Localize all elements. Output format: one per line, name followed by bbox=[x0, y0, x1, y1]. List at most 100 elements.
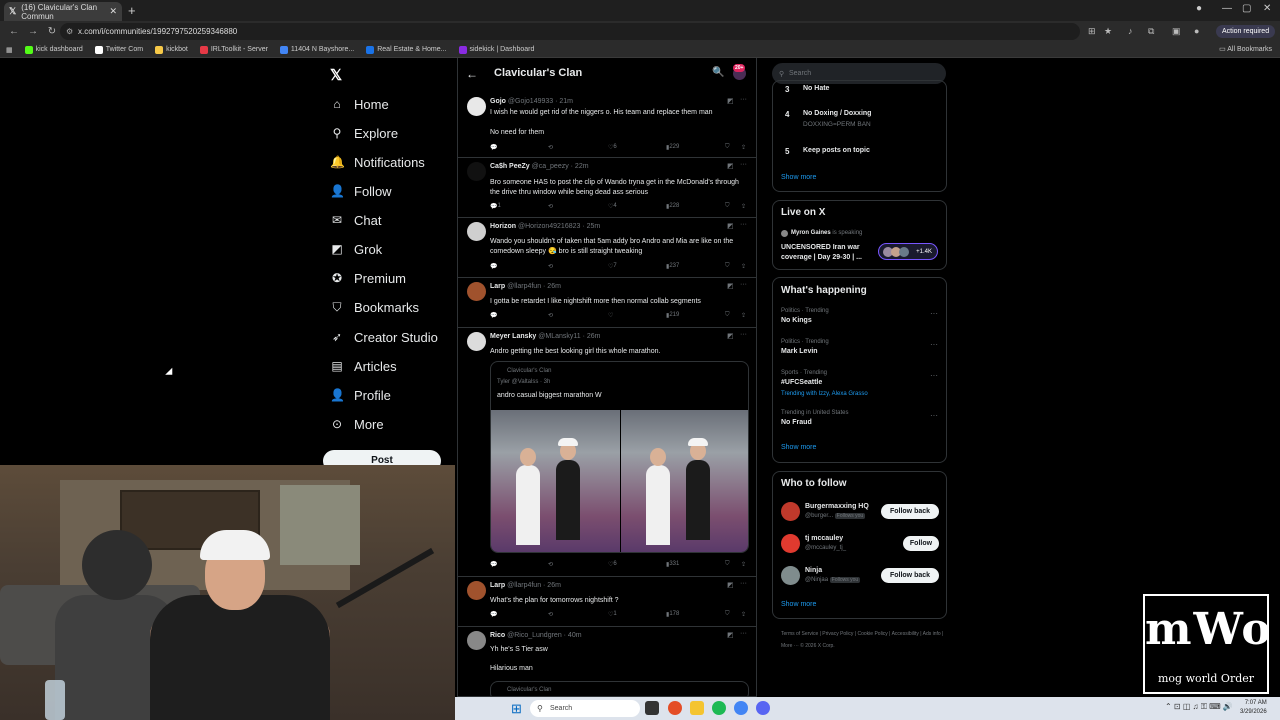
bookmark-icon[interactable]: ⛉ bbox=[725, 611, 730, 618]
trend-name[interactable]: Mark Levin bbox=[781, 348, 818, 355]
chrome-app-icon[interactable] bbox=[668, 701, 682, 715]
bookmark-icon[interactable]: ⛉ bbox=[725, 144, 730, 151]
file-explorer-icon[interactable] bbox=[690, 701, 704, 715]
trend-name[interactable]: No Fraud bbox=[781, 419, 812, 426]
taskbar-search-input[interactable]: ⚲ Search bbox=[530, 700, 640, 717]
bookmark-item[interactable]: IRLToolkit - Server bbox=[199, 45, 268, 54]
rule-title[interactable]: Keep posts on topic bbox=[803, 147, 870, 154]
grok-icon[interactable]: ◩ bbox=[727, 282, 734, 290]
like-icon[interactable]: ♡ 1 bbox=[608, 611, 617, 618]
live-stream-title[interactable]: UNCENSORED Iran war coverage | Day 29-30… bbox=[781, 243, 873, 263]
views-icon[interactable]: ▮ 219 bbox=[666, 312, 679, 319]
nav-item-creator-studio[interactable]: ➶ Creator Studio bbox=[330, 326, 438, 348]
install-icon[interactable]: ⊞ bbox=[1088, 26, 1096, 37]
bookmark-item[interactable]: kickbot bbox=[155, 45, 188, 54]
nav-item-explore[interactable]: ⚲ Explore bbox=[330, 122, 398, 144]
grok-icon[interactable]: ◩ bbox=[727, 631, 734, 639]
share-icon[interactable]: ⇪ bbox=[741, 263, 746, 270]
nav-item-chat[interactable]: ✉ Chat bbox=[330, 209, 382, 231]
tweet-avatar[interactable] bbox=[467, 282, 486, 301]
like-icon[interactable]: ♡ 6 bbox=[608, 561, 617, 568]
user-avatar[interactable] bbox=[781, 566, 800, 585]
nav-item-articles[interactable]: ▤ Articles bbox=[330, 355, 396, 377]
user-name[interactable]: tj mccauley bbox=[805, 535, 843, 542]
more-icon[interactable]: ··· bbox=[740, 580, 747, 587]
all-bookmarks-button[interactable]: ▭ All Bookmarks bbox=[1219, 45, 1272, 53]
share-icon[interactable]: ⇪ bbox=[741, 312, 746, 319]
profile-avatar[interactable]: ● bbox=[1196, 3, 1202, 14]
bookmark-icon[interactable]: ⛉ bbox=[725, 203, 730, 210]
more-icon[interactable]: ··· bbox=[740, 630, 747, 637]
user-avatar[interactable] bbox=[781, 502, 800, 521]
quote-photo[interactable] bbox=[621, 410, 748, 552]
share-icon[interactable]: ⇪ bbox=[741, 611, 746, 618]
taskbar-clock[interactable]: 7:07 AM 3/29/2026 bbox=[1240, 699, 1267, 717]
quote-photo[interactable] bbox=[491, 410, 620, 552]
tweet-handle[interactable]: @llarp4fun · 26m bbox=[507, 283, 561, 290]
tweet-avatar[interactable] bbox=[467, 222, 486, 241]
repost-icon[interactable]: ⟲ bbox=[548, 312, 553, 319]
trends-show-more[interactable]: Show more bbox=[781, 444, 816, 451]
tweet-handle[interactable]: @llarp4fun · 26m bbox=[507, 582, 561, 589]
sidepanel-icon[interactable]: ▣ bbox=[1172, 26, 1181, 37]
site-info-icon[interactable]: ⚙ bbox=[66, 27, 73, 36]
user-name[interactable]: Ninja bbox=[805, 567, 822, 574]
apps-icon[interactable]: ▦ bbox=[6, 46, 13, 54]
bookmark-item[interactable]: Twitter Com bbox=[94, 45, 143, 54]
bookmark-item[interactable]: 11404 N Bayshore... bbox=[279, 45, 354, 54]
share-icon[interactable]: ⇪ bbox=[741, 203, 746, 210]
nav-item-premium[interactable]: ✪ Premium bbox=[330, 267, 406, 289]
tweet-author-name[interactable]: Ca$h PeeZy bbox=[490, 163, 530, 170]
close-window-icon[interactable]: ✕ bbox=[1263, 3, 1271, 14]
views-icon[interactable]: ▮ 228 bbox=[666, 203, 679, 210]
repost-icon[interactable]: ⟲ bbox=[548, 561, 553, 568]
repost-icon[interactable]: ⟲ bbox=[548, 263, 553, 270]
like-icon[interactable]: ♡ 4 bbox=[608, 203, 617, 210]
follow-back-button[interactable]: Follow back bbox=[881, 504, 939, 519]
tweet-avatar[interactable] bbox=[467, 97, 486, 116]
tweet-author-name[interactable]: Horizon bbox=[490, 223, 516, 230]
views-icon[interactable]: ▮ 237 bbox=[666, 263, 679, 270]
trend-name[interactable]: No Kings bbox=[781, 317, 812, 324]
reload-icon[interactable]: ↻ bbox=[47, 26, 57, 37]
url-field[interactable]: ⚙ x.com/i/communities/199279752025934688… bbox=[60, 23, 1080, 40]
tweet-author-name[interactable]: Larp bbox=[490, 582, 505, 589]
repost-icon[interactable]: ⟲ bbox=[548, 611, 553, 618]
user-name[interactable]: Burgermaxxing HQ bbox=[805, 503, 869, 510]
repost-icon[interactable]: ⟲ bbox=[548, 144, 553, 151]
bookmark-item[interactable]: kick dashboard bbox=[24, 45, 83, 54]
tweet-handle[interactable]: @Gojo149933 · 21m bbox=[508, 98, 573, 105]
close-tab-icon[interactable]: ✕ bbox=[109, 6, 117, 17]
live-listeners-pill[interactable]: +1.4K bbox=[878, 243, 938, 260]
tweet-handle[interactable]: @Rico_Lundgren · 40m bbox=[507, 632, 581, 639]
more-icon[interactable]: ··· bbox=[930, 340, 938, 349]
bookmark-item[interactable]: Real Estate & Home... bbox=[366, 45, 447, 54]
nav-item-notifications[interactable]: 🔔 Notifications bbox=[330, 151, 425, 173]
follow-back-button[interactable]: Follow back bbox=[881, 568, 939, 583]
reply-icon[interactable]: 💬 bbox=[490, 263, 497, 270]
bookmark-icon[interactable]: ⛉ bbox=[725, 312, 730, 319]
chrome-icon[interactable] bbox=[734, 701, 748, 715]
star-icon[interactable]: ★ bbox=[1104, 26, 1112, 37]
more-icon[interactable]: ··· bbox=[930, 411, 938, 420]
reply-icon[interactable]: 💬 bbox=[490, 312, 497, 319]
nav-item-home[interactable]: ⌂ Home bbox=[330, 93, 388, 115]
extensions-icon[interactable]: ⧉ bbox=[1148, 26, 1154, 37]
nav-item-grok[interactable]: ◩ Grok bbox=[330, 238, 382, 260]
tweet-avatar[interactable] bbox=[467, 162, 486, 181]
browser-tab[interactable]: 𝕏 (16) Clavicular's Clan Commun ✕ bbox=[4, 2, 122, 21]
reply-icon[interactable]: 💬 bbox=[490, 611, 497, 618]
system-tray[interactable]: ⌃ ⊡ ◫ ♫ ⚿ ⌨ 🔊 bbox=[1165, 702, 1233, 712]
more-icon[interactable]: ··· bbox=[740, 161, 747, 168]
tweet-handle[interactable]: @ca_peezy · 22m bbox=[532, 163, 589, 170]
like-icon[interactable]: ♡ bbox=[608, 312, 613, 319]
like-icon[interactable]: ♡ 7 bbox=[608, 263, 617, 270]
tweet-avatar[interactable] bbox=[467, 581, 486, 600]
rule-title[interactable]: No Hate bbox=[803, 85, 829, 92]
more-icon[interactable]: ··· bbox=[740, 281, 747, 288]
bookmark-icon[interactable]: ⛉ bbox=[725, 263, 730, 270]
rule-title[interactable]: No Doxing / Doxxing bbox=[803, 110, 871, 117]
grok-icon[interactable]: ◩ bbox=[727, 581, 734, 589]
more-icon[interactable]: ··· bbox=[740, 221, 747, 228]
nav-item-more[interactable]: ⊙ More bbox=[330, 413, 384, 435]
